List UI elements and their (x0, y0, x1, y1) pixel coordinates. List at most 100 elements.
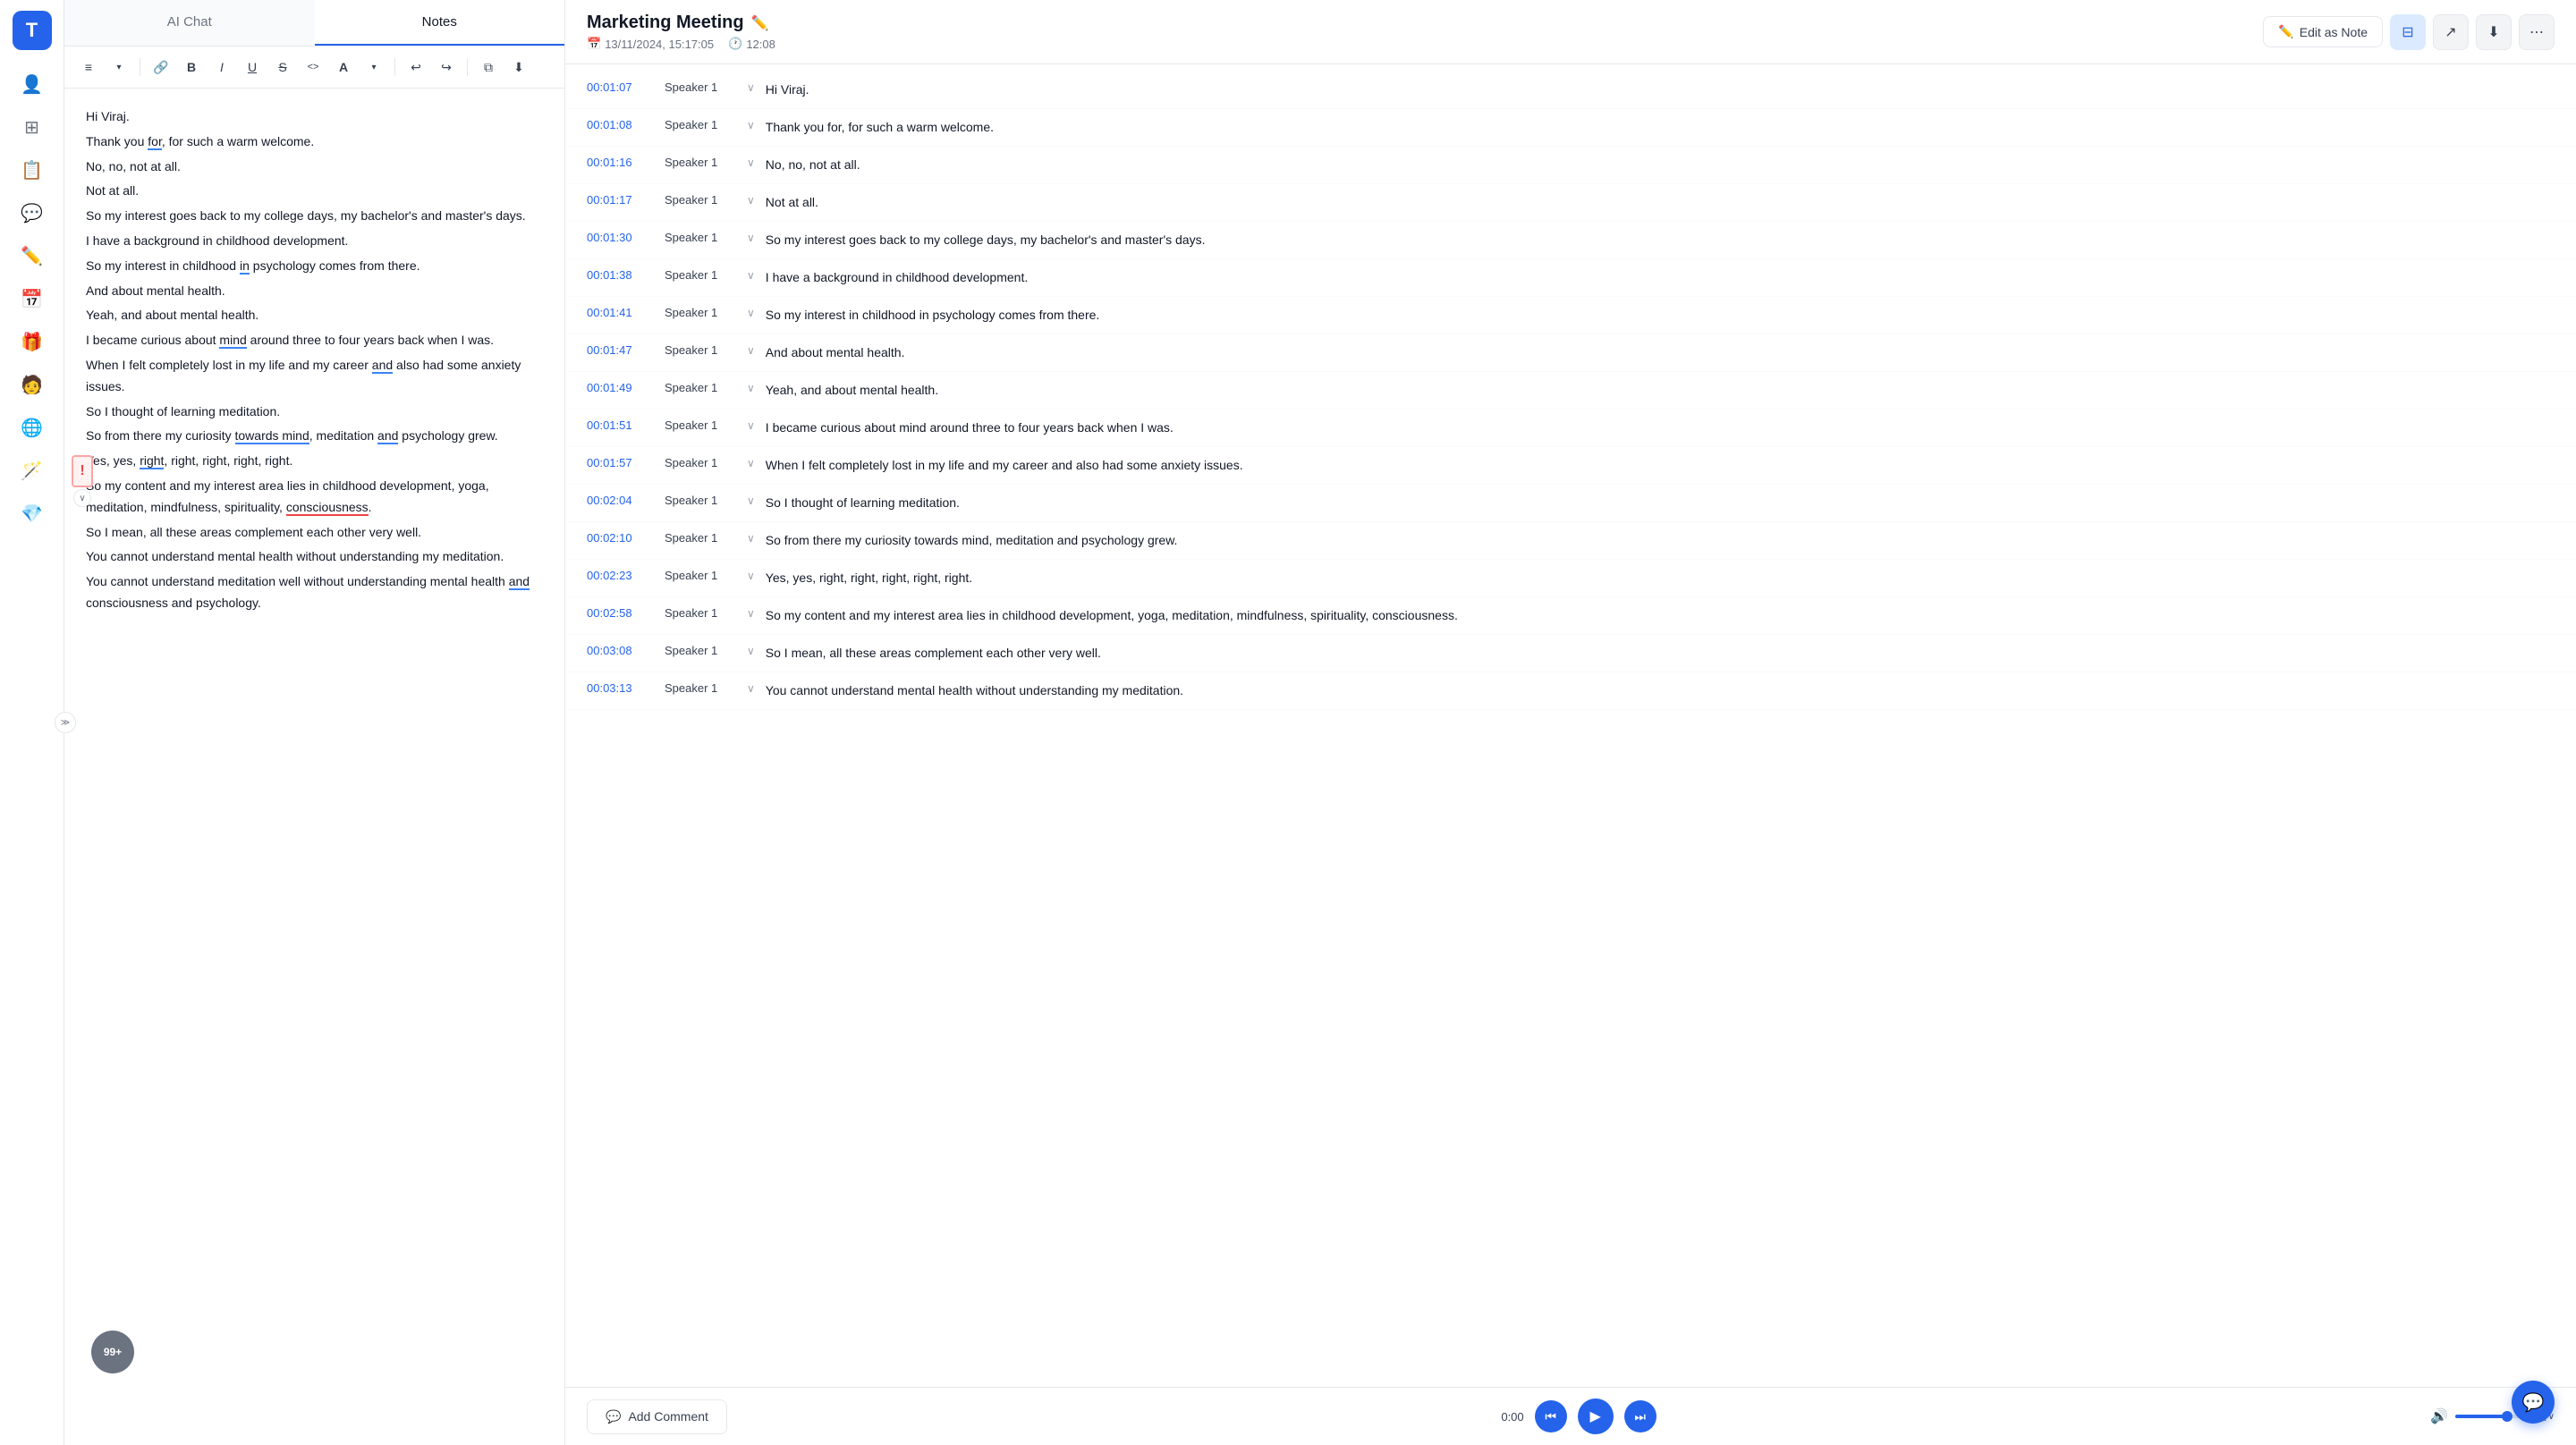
tab-notes[interactable]: Notes (315, 0, 565, 46)
transcript-text: I became curious about mind around three… (766, 418, 2555, 437)
pencil-icon: ✏️ (2278, 24, 2293, 39)
copy-button[interactable]: ⧉ (475, 54, 502, 80)
strikethrough-button[interactable]: S (269, 54, 296, 80)
download-button[interactable]: ⬇ (505, 54, 532, 80)
sidebar-item-users[interactable]: 👤 (13, 64, 52, 104)
italic-button[interactable]: I (208, 54, 235, 80)
table-row[interactable]: 00:01:30 Speaker 1 ∨ So my interest goes… (565, 222, 2576, 259)
sidebar-item-calendar[interactable]: 📅 (13, 279, 52, 318)
sidebar: T 👤 ⊞ 📋 💬 ✏️ 📅 🎁 🧑 🌐 🪄 💎 ≫ (0, 0, 64, 1445)
text-color-chevron-button[interactable]: ▾ (360, 54, 387, 80)
align-chevron-button[interactable]: ▾ (106, 54, 132, 80)
editor-line-2: Thank you for, for such a warm welcome. (86, 131, 543, 153)
toolbar-divider-2 (394, 58, 395, 76)
transcript-time: 00:01:47 (587, 343, 654, 357)
link-button[interactable]: 🔗 (148, 54, 174, 80)
table-row[interactable]: 00:03:13 Speaker 1 ∨ You cannot understa… (565, 672, 2576, 710)
table-row[interactable]: 00:02:58 Speaker 1 ∨ So my content and m… (565, 597, 2576, 635)
sidebar-item-translate[interactable]: 🌐 (13, 408, 52, 447)
edit-as-note-button[interactable]: ✏️ Edit as Note (2263, 16, 2383, 47)
transcript-text: So my content and my interest area lies … (766, 606, 2555, 625)
transcript-speaker: Speaker 1 (665, 343, 736, 357)
chevron-down-icon: ∨ (747, 232, 755, 244)
sidebar-item-wand[interactable]: 🪄 (13, 451, 52, 490)
download-icon-button[interactable]: ⬇ (2476, 14, 2512, 50)
undo-button[interactable]: ↩ (402, 54, 429, 80)
sidebar-item-edit[interactable]: ✏️ (13, 236, 52, 275)
more-options-button[interactable]: ⋯ (2519, 14, 2555, 50)
chevron-down-icon: ∨ (747, 682, 755, 695)
editor-line-15: So my content and my interest area lies … (86, 476, 543, 519)
table-row[interactable]: 00:03:08 Speaker 1 ∨ So I mean, all thes… (565, 635, 2576, 672)
current-time-display: 0:00 (1501, 1410, 1523, 1424)
sidebar-item-document[interactable]: 📋 (13, 150, 52, 190)
volume-thumb (2502, 1411, 2512, 1422)
table-row[interactable]: 00:01:57 Speaker 1 ∨ When I felt complet… (565, 447, 2576, 485)
editor-line-10: I became curious about mind around three… (86, 330, 543, 351)
bottom-bar: 💬 Add Comment 0:00 ⏮ ▶ ⏭ 🔊 1x ∨ (565, 1387, 2576, 1445)
redo-button[interactable]: ↪ (433, 54, 460, 80)
chevron-down-icon: ∨ (747, 494, 755, 507)
transcript-text: When I felt completely lost in my life a… (766, 456, 2555, 475)
expand-warning-btn[interactable]: ∨ (73, 489, 91, 507)
chat-fab-button[interactable]: 💬 (2512, 1381, 2555, 1424)
calendar-icon: 📅 (587, 37, 601, 51)
chevron-down-icon: ∨ (747, 344, 755, 357)
chevron-down-icon: ∨ (747, 419, 755, 432)
transcript-text: And about mental health. (766, 343, 2555, 362)
align-button[interactable]: ≡ (75, 54, 102, 80)
editor-line-11: When I felt completely lost in my life a… (86, 355, 543, 398)
editor-content[interactable]: Hi Viraj. Thank you for, for such a warm… (64, 89, 564, 1445)
transcript-speaker: Speaker 1 (665, 231, 736, 244)
sidebar-item-person[interactable]: 🧑 (13, 365, 52, 404)
table-row[interactable]: 00:02:04 Speaker 1 ∨ So I thought of lea… (565, 485, 2576, 522)
code-button[interactable]: <> (300, 54, 326, 80)
save-icon-button[interactable]: ⊟ (2390, 14, 2426, 50)
notification-badge[interactable]: 99+ (91, 1331, 134, 1373)
sidebar-item-diamond[interactable]: 💎 (13, 494, 52, 533)
table-row[interactable]: 00:02:23 Speaker 1 ∨ Yes, yes, right, ri… (565, 560, 2576, 597)
table-row[interactable]: 00:01:49 Speaker 1 ∨ Yeah, and about men… (565, 372, 2576, 410)
table-row[interactable]: 00:01:47 Speaker 1 ∨ And about mental he… (565, 334, 2576, 372)
edit-title-icon[interactable]: ✏️ (751, 14, 769, 32)
add-comment-button[interactable]: 💬 Add Comment (587, 1399, 727, 1434)
skip-forward-button[interactable]: ⏭ (1624, 1400, 1657, 1432)
transcript-text: So my interest in childhood in psycholog… (766, 306, 2555, 325)
chevron-down-icon: ∨ (747, 532, 755, 545)
editor-toolbar: ≡ ▾ 🔗 B I U S <> A ▾ ↩ ↪ ⧉ ⬇ (64, 46, 564, 89)
transcript-header: Marketing Meeting ✏️ 📅 13/11/2024, 15:17… (565, 0, 2576, 64)
text-color-button[interactable]: A (330, 54, 357, 80)
volume-icon[interactable]: 🔊 (2430, 1407, 2448, 1425)
transcript-speaker: Speaker 1 (665, 306, 736, 319)
tab-ai-chat[interactable]: AI Chat (64, 0, 315, 46)
table-row[interactable]: 00:02:10 Speaker 1 ∨ So from there my cu… (565, 522, 2576, 560)
table-row[interactable]: 00:01:16 Speaker 1 ∨ No, no, not at all. (565, 147, 2576, 184)
sidebar-item-gift[interactable]: 🎁 (13, 322, 52, 361)
transcript-speaker: Speaker 1 (665, 494, 736, 507)
table-row[interactable]: 00:01:41 Speaker 1 ∨ So my interest in c… (565, 297, 2576, 334)
transcript-time: 00:01:49 (587, 381, 654, 394)
underline-button[interactable]: U (239, 54, 266, 80)
transcript-text: So my interest goes back to my college d… (766, 231, 2555, 249)
warning-icon: ! (72, 455, 93, 487)
transcript-time: 00:01:38 (587, 268, 654, 282)
chevron-down-icon: ∨ (747, 194, 755, 207)
app-logo: T (13, 11, 52, 50)
table-row[interactable]: 00:01:51 Speaker 1 ∨ I became curious ab… (565, 410, 2576, 447)
chevron-down-icon: ∨ (747, 645, 755, 657)
skip-back-button[interactable]: ⏮ (1535, 1400, 1567, 1432)
sidebar-item-grid[interactable]: ⊞ (13, 107, 52, 147)
editor-line-17: You cannot understand mental health with… (86, 546, 543, 568)
bold-button[interactable]: B (178, 54, 205, 80)
transcript-time: 00:01:57 (587, 456, 654, 469)
table-row[interactable]: 00:01:07 Speaker 1 ∨ Hi Viraj. (565, 72, 2576, 109)
table-row[interactable]: 00:01:08 Speaker 1 ∨ Thank you for, for … (565, 109, 2576, 147)
transcript-speaker: Speaker 1 (665, 456, 736, 469)
meeting-title: Marketing Meeting ✏️ (587, 13, 775, 33)
table-row[interactable]: 00:01:38 Speaker 1 ∨ I have a background… (565, 259, 2576, 297)
play-button[interactable]: ▶ (1578, 1399, 1614, 1434)
table-row[interactable]: 00:01:17 Speaker 1 ∨ Not at all. (565, 184, 2576, 222)
share-icon-button[interactable]: ↗ (2433, 14, 2469, 50)
sidebar-item-chat[interactable]: 💬 (13, 193, 52, 232)
sidebar-collapse-btn[interactable]: ≫ (55, 712, 76, 733)
